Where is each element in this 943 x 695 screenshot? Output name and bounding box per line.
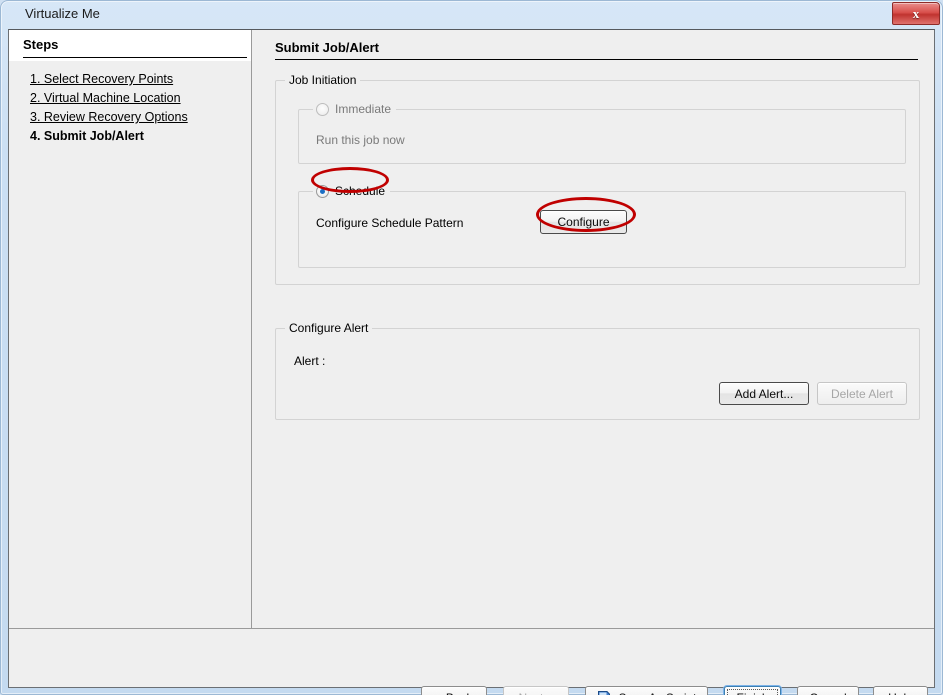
finish-button-label: Finish (736, 691, 768, 695)
application-window: Virtualize Me x Steps 1. Select Recovery… (0, 0, 943, 695)
sidebar-item-submit-job-alert: 4. Submit Job/Alert (30, 129, 144, 143)
title-bar: Virtualize Me x (0, 0, 943, 29)
page-title: Submit Job/Alert (275, 40, 380, 55)
immediate-group: Immediate Run this job now (298, 102, 906, 164)
steps-header: Steps (9, 30, 251, 61)
window-title: Virtualize Me (25, 6, 100, 21)
schedule-radio-label: Schedule (335, 184, 386, 198)
page-title-rule (275, 59, 918, 60)
steps-header-rule (23, 57, 247, 58)
save-as-script-label: Save As Script (618, 691, 696, 695)
cancel-button[interactable]: Cancel (797, 686, 859, 695)
steps-header-label: Steps (23, 37, 59, 52)
sidebar-item-select-recovery-points[interactable]: 1. Select Recovery Points (9, 70, 251, 89)
finish-button[interactable]: Finish (724, 686, 781, 695)
back-button-label: < Back (435, 691, 472, 695)
delete-alert-button: Delete Alert (817, 382, 907, 405)
immediate-description: Run this job now (316, 133, 405, 147)
immediate-radio-label: Immediate (335, 102, 392, 116)
sidebar-item-virtual-machine-location[interactable]: 2. Virtual Machine Location (9, 89, 251, 108)
close-button[interactable]: x (892, 2, 940, 25)
schedule-group: Schedule Configure Schedule Pattern Conf… (298, 184, 906, 268)
job-initiation-group: Job Initiation Immediate Run this job no… (275, 73, 920, 285)
footer-bar: < Back Next > Save As Script Finish (9, 629, 934, 695)
configure-button[interactable]: Configure (540, 210, 627, 234)
schedule-radio-legend[interactable]: Schedule (313, 184, 391, 199)
client-area: Steps 1. Select Recovery Points 2. Virtu… (8, 29, 935, 695)
schedule-pattern-label: Configure Schedule Pattern (316, 216, 464, 230)
immediate-radio-icon[interactable] (316, 103, 329, 116)
configure-alert-group: Configure Alert Alert : Add Alert... Del… (275, 321, 920, 420)
job-initiation-legend: Job Initiation (285, 73, 361, 88)
immediate-radio-legend[interactable]: Immediate (313, 102, 397, 117)
steps-panel: Steps 1. Select Recovery Points 2. Virtu… (9, 30, 252, 628)
help-button-label: Help (888, 691, 913, 695)
alert-label: Alert : (294, 354, 326, 368)
schedule-radio-icon[interactable] (316, 185, 329, 198)
help-button[interactable]: Help (873, 686, 928, 695)
next-button-label: Next > (518, 691, 553, 695)
save-as-script-button[interactable]: Save As Script (585, 686, 708, 695)
content-panel: Submit Job/Alert Job Initiation Immediat… (253, 30, 934, 628)
save-script-icon (598, 691, 611, 695)
configure-alert-legend: Configure Alert (285, 321, 373, 336)
next-button: Next > (503, 686, 569, 695)
back-button[interactable]: < Back (421, 686, 487, 695)
close-icon: x (912, 5, 920, 21)
sidebar-item-review-recovery-options[interactable]: 3. Review Recovery Options (9, 108, 251, 127)
steps-list: 1. Select Recovery Points 2. Virtual Mac… (9, 70, 251, 146)
add-alert-button[interactable]: Add Alert... (719, 382, 809, 405)
